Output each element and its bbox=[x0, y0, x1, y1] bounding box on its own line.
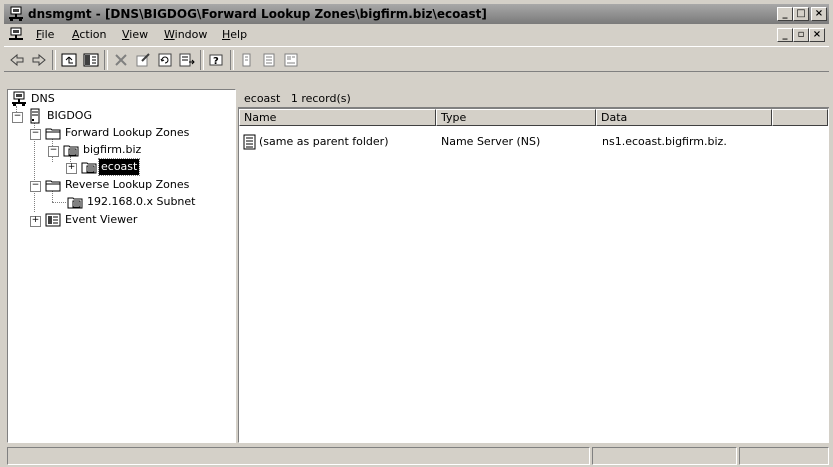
tree-node-label: 192.168.0.x Subnet bbox=[87, 195, 196, 208]
column-header-empty[interactable] bbox=[772, 109, 828, 126]
tree-node-label: bigfirm.biz bbox=[83, 143, 142, 156]
column-header-type[interactable]: Type bbox=[436, 109, 596, 126]
doc-minimize-button[interactable]: _ bbox=[777, 28, 793, 42]
collapse-icon[interactable]: − bbox=[48, 146, 59, 157]
properties-icon[interactable] bbox=[134, 51, 152, 69]
new-record-icon[interactable] bbox=[282, 51, 300, 69]
refresh-icon[interactable] bbox=[156, 51, 174, 69]
result-pane-caption: ecoast 1 record(s) bbox=[244, 92, 351, 105]
dns-icon bbox=[11, 91, 27, 107]
doc-restore-button[interactable]: ▫ bbox=[793, 28, 809, 42]
new-record-icon[interactable] bbox=[238, 51, 256, 69]
server-icon bbox=[27, 108, 43, 124]
menu-bar: File Action View Window Help _ ▫ × bbox=[4, 25, 829, 45]
column-header-name[interactable]: Name bbox=[239, 109, 436, 126]
toolbar-separator bbox=[200, 50, 204, 70]
folder-icon bbox=[45, 177, 61, 193]
forward-arrow-icon[interactable] bbox=[30, 51, 48, 69]
back-arrow-icon[interactable] bbox=[8, 51, 26, 69]
tree-node-forward-lookup-zones[interactable]: − Forward Lookup Zones bbox=[9, 125, 229, 141]
menu-window[interactable]: Window bbox=[164, 28, 207, 42]
expand-icon[interactable]: + bbox=[30, 216, 41, 227]
collapse-icon[interactable]: − bbox=[12, 112, 23, 123]
doc-close-button[interactable]: × bbox=[809, 28, 825, 42]
status-panel bbox=[739, 447, 829, 465]
zone-icon bbox=[67, 194, 83, 210]
console-tree[interactable]: DNS − BIGDOG − Forward Lookup Zones − bi… bbox=[7, 89, 236, 443]
toolbar-separator bbox=[52, 50, 56, 70]
collapse-icon[interactable]: − bbox=[30, 181, 41, 192]
status-panel-main bbox=[7, 447, 590, 465]
tree-node-label: ecoast bbox=[97, 158, 141, 176]
svg-text:?: ? bbox=[213, 56, 219, 67]
record-icon bbox=[243, 134, 257, 150]
expand-icon[interactable]: + bbox=[66, 163, 77, 174]
collapse-icon[interactable]: − bbox=[30, 129, 41, 140]
up-folder-icon[interactable] bbox=[60, 51, 78, 69]
window-title: dnsmgmt - [DNS\BIGDOG\Forward Lookup Zon… bbox=[28, 7, 487, 21]
event-viewer-icon bbox=[45, 212, 61, 228]
close-button[interactable]: × bbox=[811, 7, 827, 21]
console-icon[interactable] bbox=[8, 27, 24, 43]
menu-file[interactable]: File bbox=[36, 28, 54, 42]
help-icon[interactable]: ? bbox=[208, 51, 226, 69]
maximize-button[interactable]: □ bbox=[793, 7, 809, 21]
tree-node-ecoast[interactable]: + ecoast bbox=[9, 158, 229, 176]
tree-node-label: BIGDOG bbox=[47, 109, 92, 122]
tree-node-label: DNS bbox=[31, 92, 55, 105]
menu-view[interactable]: View bbox=[122, 28, 148, 42]
export-list-icon[interactable] bbox=[178, 51, 196, 69]
table-row[interactable]: (same as parent folder) Name Server (NS)… bbox=[239, 133, 828, 151]
tree-node-bigdog[interactable]: − BIGDOG bbox=[9, 108, 229, 124]
tree-node-dns[interactable]: DNS bbox=[9, 91, 229, 107]
tree-node-label: Event Viewer bbox=[65, 213, 138, 226]
zone-icon bbox=[63, 142, 79, 158]
status-panel bbox=[592, 447, 737, 465]
toolbar-separator bbox=[230, 50, 234, 70]
status-bar bbox=[7, 447, 829, 465]
tree-node-subnet[interactable]: 192.168.0.x Subnet bbox=[9, 194, 229, 210]
toolbar-separator bbox=[104, 50, 108, 70]
result-list[interactable]: Name Type Data (same as parent folder) N… bbox=[238, 108, 829, 443]
new-record-icon[interactable] bbox=[260, 51, 278, 69]
tree-node-label: Reverse Lookup Zones bbox=[65, 178, 190, 191]
title-bar[interactable]: dnsmgmt - [DNS\BIGDOG\Forward Lookup Zon… bbox=[4, 4, 829, 24]
delete-icon[interactable] bbox=[112, 51, 130, 69]
show-hide-tree-icon[interactable] bbox=[82, 51, 100, 69]
result-pane-caption-bar: ecoast 1 record(s) bbox=[238, 90, 829, 108]
tree-node-label: Forward Lookup Zones bbox=[65, 126, 190, 139]
dns-app-icon bbox=[8, 6, 24, 22]
folder-icon bbox=[45, 125, 61, 141]
tree-node-event-viewer[interactable]: + Event Viewer bbox=[9, 212, 229, 228]
zone-icon bbox=[81, 159, 97, 175]
tree-node-bigfirm-biz[interactable]: − bigfirm.biz bbox=[9, 142, 229, 158]
cell-name: (same as parent folder) bbox=[259, 135, 389, 148]
column-header-data[interactable]: Data bbox=[596, 109, 772, 126]
menu-help[interactable]: Help bbox=[222, 28, 247, 42]
cell-data: ns1.ecoast.bigfirm.biz. bbox=[602, 135, 727, 148]
tree-node-reverse-lookup-zones[interactable]: − Reverse Lookup Zones bbox=[9, 177, 229, 193]
cell-type: Name Server (NS) bbox=[441, 135, 541, 148]
toolbar: ? bbox=[4, 46, 829, 72]
menu-action[interactable]: Action bbox=[72, 28, 106, 42]
minimize-button[interactable]: _ bbox=[777, 7, 793, 21]
